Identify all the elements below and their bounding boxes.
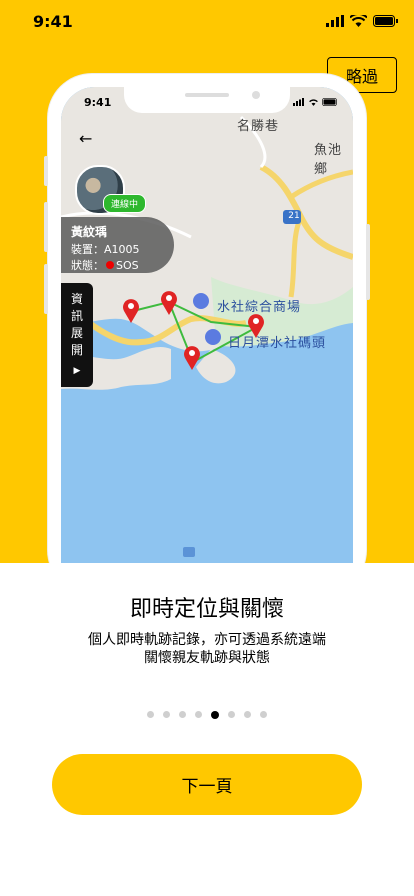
location-pin-icon	[184, 346, 200, 370]
location-pin-icon	[161, 291, 177, 315]
wifi-icon	[309, 99, 318, 106]
map-label: 魚池鄉	[314, 143, 343, 177]
phone-notch	[124, 87, 290, 113]
status-value: SOS	[116, 258, 139, 272]
user-name: 黃紋瑀	[71, 225, 108, 239]
signal-icon	[293, 98, 304, 106]
page-dot	[179, 711, 186, 718]
battery-icon	[373, 15, 398, 27]
page-dot	[195, 711, 202, 718]
page-description: 個人即時軌跡記錄，亦可透過系統遠端 關懷親友軌跡與狀態	[0, 631, 414, 667]
phone-mockup: 名勝巷 魚池鄉 水社綜合商場 日月潭水社碼頭 21 9:41 ← 連線中 黃紋瑀…	[44, 74, 370, 563]
status-time: 9:41	[33, 12, 73, 31]
map-label: 名勝巷	[237, 119, 280, 134]
description-line: 個人即時軌跡記錄，亦可透過系統遠端	[88, 632, 326, 648]
page-dot	[228, 711, 235, 718]
online-badge: 連線中	[103, 194, 147, 213]
sos-dot-icon	[106, 261, 114, 269]
status-label: 狀態：	[71, 259, 104, 272]
wifi-icon	[350, 15, 367, 27]
page-dot	[244, 711, 251, 718]
page-title: 即時定位與關懷	[129, 597, 284, 622]
device-id: 裝置：A1005	[71, 243, 140, 256]
map-view	[61, 87, 353, 563]
tab-char: 開	[70, 343, 83, 357]
page-indicator	[147, 710, 267, 719]
tab-char: 訊	[70, 309, 83, 323]
status-bar: 9:41	[0, 0, 414, 44]
next-page-button[interactable]: 下一頁	[52, 754, 362, 815]
road-number: 21	[288, 211, 300, 221]
signal-icon	[326, 15, 344, 27]
page-dot-active	[211, 710, 219, 719]
map-label: 日月潭水社碼頭	[228, 336, 327, 351]
back-arrow-icon[interactable]: ←	[79, 129, 92, 148]
tab-char: 展	[70, 326, 83, 340]
page-dot	[260, 711, 267, 718]
phone-status-time: 9:41	[84, 96, 112, 109]
location-pin-icon	[123, 299, 139, 323]
hero-banner: 9:41 略過 名勝巷 魚池鄉 水社綜合商場 日月潭水社碼頭 21 9:41 ←…	[0, 0, 414, 563]
user-info-card: 黃紋瑀 裝置：A1005 狀態： SOS	[61, 217, 174, 273]
info-expand-tab[interactable]: 資 訊 展 開 ▶	[61, 283, 93, 387]
page-dot	[163, 711, 170, 718]
description-line: 關懷親友軌跡與狀態	[144, 650, 270, 666]
tab-char: 資	[70, 292, 83, 306]
battery-icon	[322, 98, 337, 106]
caret-right-icon: ▶	[73, 366, 81, 376]
location-pin-icon	[248, 314, 264, 338]
map-screen: 名勝巷 魚池鄉 水社綜合商場 日月潭水社碼頭 21 9:41 ← 連線中 黃紋瑀…	[61, 87, 353, 563]
user-status: 狀態： SOS	[71, 257, 139, 273]
page-dot	[147, 711, 154, 718]
